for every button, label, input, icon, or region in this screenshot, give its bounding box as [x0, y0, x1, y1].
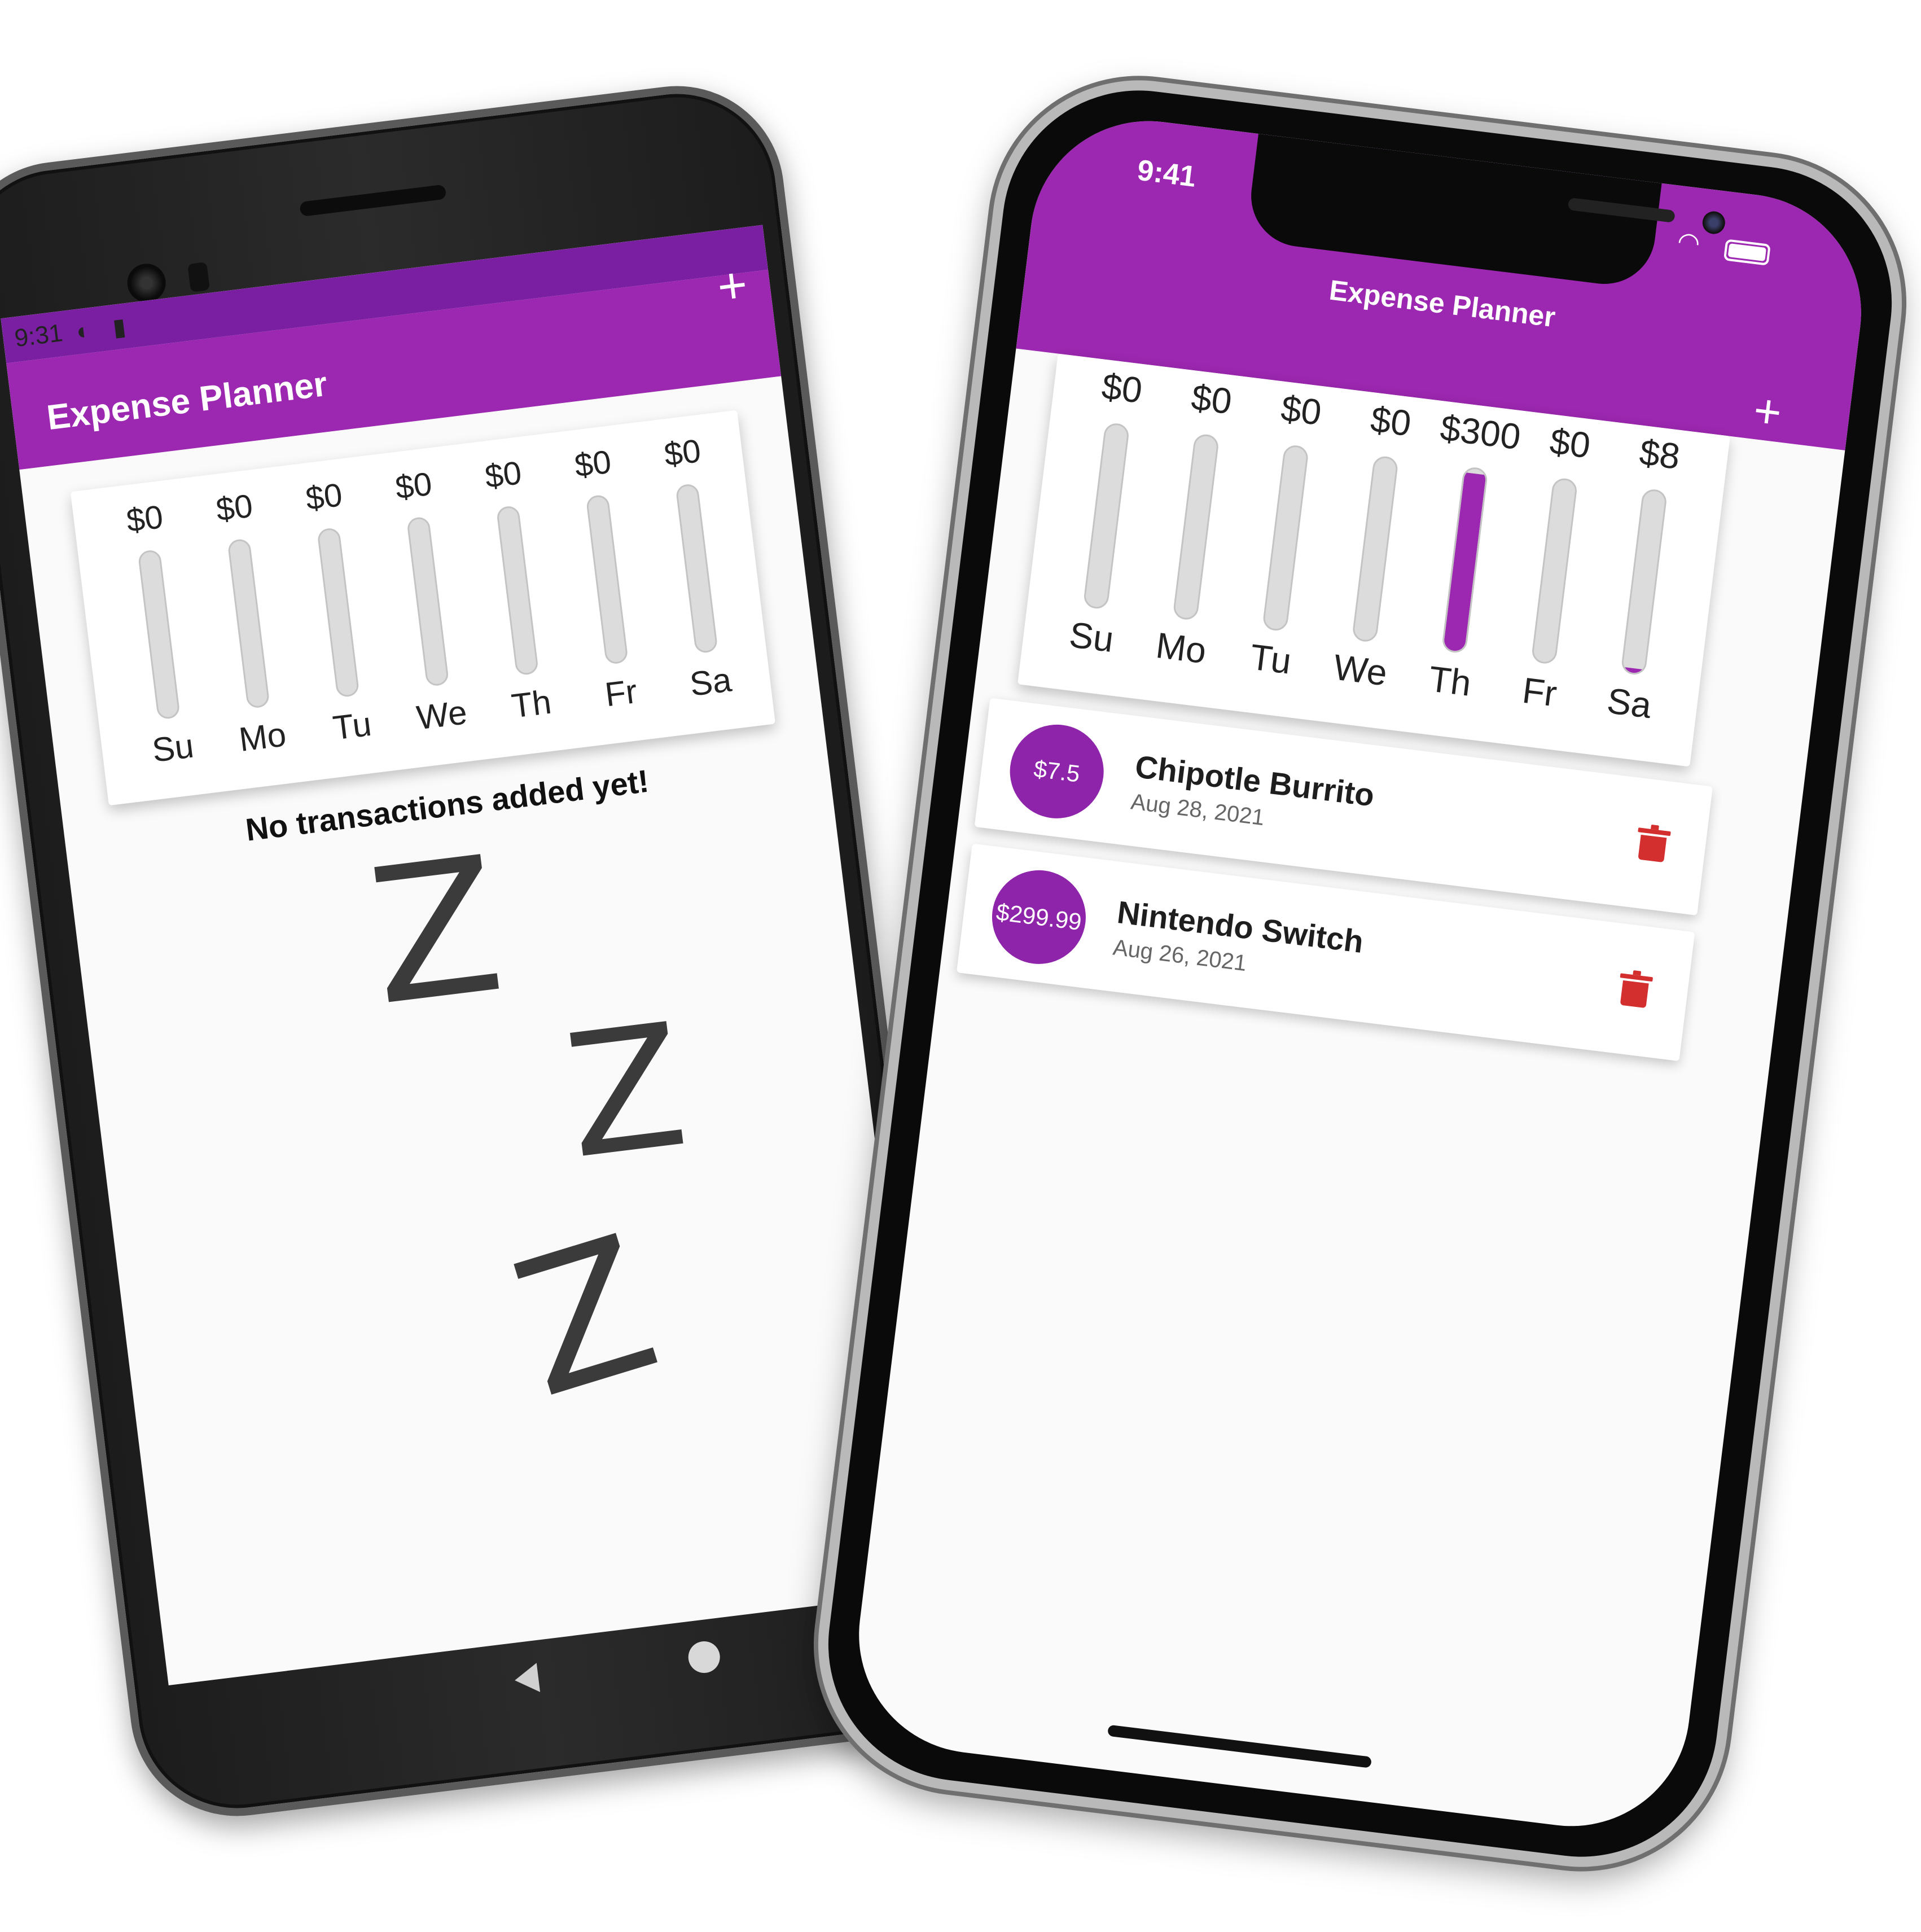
bar-fill: [607, 660, 627, 663]
bar-amount-label: $0: [1099, 365, 1144, 411]
notification-icon: ◐: [74, 317, 93, 345]
iphone: 9:41 ◠ Expense Planner + $0 Su $0 Mo $0 Tu $0 W…: [801, 63, 1919, 1884]
bar-amount-label: $0: [483, 454, 524, 496]
bar-amount-label: $0: [214, 487, 255, 528]
transaction-amount-avatar: $299.99: [986, 865, 1091, 970]
bar-track: [406, 516, 450, 687]
status-time: 9:41: [1135, 154, 1198, 194]
trash-icon[interactable]: [1620, 970, 1654, 1009]
bar-track: [317, 527, 360, 698]
bar-track: [137, 549, 181, 720]
bar-day-label: Tu: [1248, 636, 1294, 682]
bar-amount-label: $8: [1637, 431, 1682, 477]
bar-day-label: Su: [1067, 614, 1116, 660]
bar-day-label: Sa: [1604, 680, 1654, 726]
sd-card-icon: ▮: [111, 313, 128, 341]
bar-fill: [428, 682, 448, 685]
bar-day-label: Sa: [687, 660, 734, 703]
bar-amount-label: $0: [1189, 376, 1234, 422]
bar-day-label: Su: [150, 726, 196, 769]
bar-day-label: We: [1331, 646, 1390, 694]
bar-day-label: Fr: [1520, 669, 1559, 715]
sensor: [187, 262, 210, 292]
bar-amount-label: $0: [304, 476, 345, 518]
bar-amount-label: $300: [1438, 407, 1523, 458]
bar-day-label: Fr: [603, 672, 639, 714]
iphone-screen: 9:41 ◠ Expense Planner + $0 Su $0 Mo $0 Tu $0 W…: [845, 107, 1875, 1840]
sleep-z-icon: Z: [556, 987, 696, 1197]
bar-day-label: Tu: [331, 704, 374, 747]
bar-track: [227, 538, 270, 709]
weekly-chart: $0 Su $0 Mo $0 Tu $0 We $0 Th $0 Fr $0 Sa: [70, 410, 776, 806]
bar-day-label: Th: [509, 682, 554, 725]
bar-fill: [517, 672, 537, 674]
front-camera: [125, 261, 168, 305]
bar-amount-label: $0: [572, 443, 613, 484]
bar-amount-label: $0: [1368, 398, 1414, 444]
sleep-z-icon: Z: [359, 816, 513, 1047]
bar-fill: [1532, 660, 1554, 663]
app-title: Expense Planner: [45, 364, 330, 438]
home-indicator[interactable]: [1107, 1724, 1372, 1768]
speaker: [1567, 197, 1676, 223]
bar-track: [585, 494, 629, 665]
battery-icon: [1723, 239, 1771, 266]
bar-track: [1441, 466, 1489, 654]
bar-amount-label: $0: [393, 465, 434, 506]
bar-track: [495, 505, 540, 676]
earpiece: [299, 184, 447, 217]
bar-track: [1530, 477, 1578, 665]
trash-icon[interactable]: [1638, 824, 1671, 863]
bar-amount-label: $0: [662, 432, 703, 474]
sleep-z-icon: Z: [493, 1194, 678, 1439]
bar-fill: [1174, 616, 1196, 619]
wifi-icon: ◠: [1676, 226, 1702, 258]
bar-fill: [1264, 627, 1286, 630]
bar-fill: [1084, 605, 1106, 608]
home-icon[interactable]: [686, 1639, 722, 1675]
back-icon[interactable]: [513, 1663, 541, 1695]
bar-amount-label: $0: [1547, 420, 1593, 466]
bar-fill: [1622, 667, 1644, 674]
status-time: 9:31: [12, 319, 64, 353]
bar-fill: [339, 694, 358, 696]
bar-track: [1620, 488, 1668, 676]
bar-day-label: Mo: [1154, 624, 1209, 672]
bar-fill: [1443, 472, 1486, 652]
bar-track: [1351, 455, 1399, 643]
bar-track: [1172, 433, 1220, 621]
transaction-amount-avatar: $7.5: [1005, 719, 1109, 824]
bar-day-label: Th: [1426, 658, 1473, 704]
bar-day-label: We: [414, 693, 470, 737]
bar-fill: [159, 716, 179, 719]
bar-amount-label: $0: [1279, 387, 1324, 433]
bar-track: [1262, 444, 1310, 632]
bar-fill: [697, 650, 717, 652]
add-transaction-button plus-icon[interactable]: +: [1751, 383, 1785, 440]
bar-day-label: Mo: [236, 715, 288, 759]
bar-fill: [1353, 638, 1375, 641]
bar-fill: [249, 704, 269, 707]
android-screen: 9:31 ◐ ▮ Expense Planner + $0 Su $0 Mo $0 Tu $…: [1, 225, 931, 1686]
bar-amount-label: $0: [124, 498, 165, 540]
bar-track: [1082, 422, 1130, 610]
bar-track: [675, 483, 718, 654]
